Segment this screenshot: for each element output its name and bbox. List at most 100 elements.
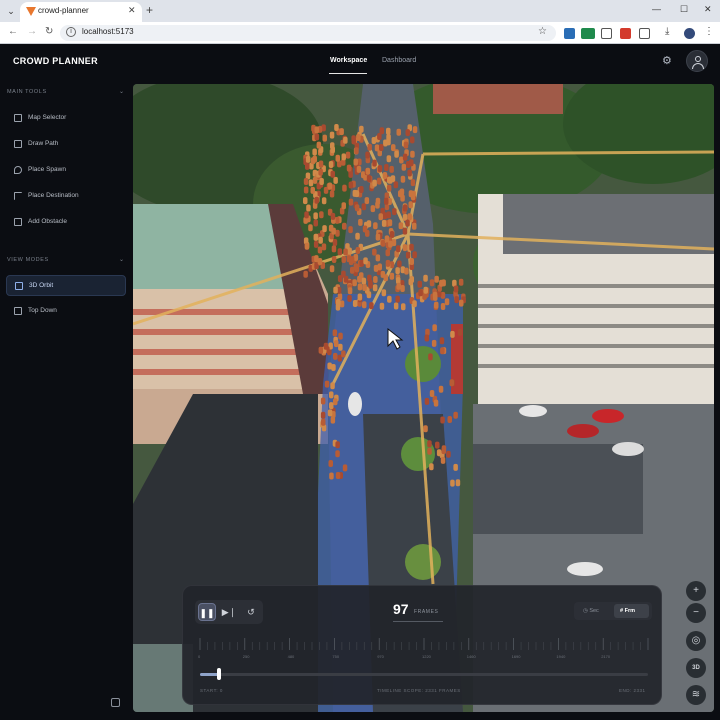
browser-toolbar: ← → ↻ i localhost:5173 ☆ ⤓ ⋮ bbox=[0, 22, 720, 44]
sidebar-item-add-obstacle[interactable]: Add Obstacle bbox=[6, 212, 126, 233]
download-icon[interactable]: ⤓ bbox=[665, 26, 676, 37]
extension-icon[interactable] bbox=[564, 28, 575, 39]
crowd-agent bbox=[439, 337, 445, 345]
crowd-agent bbox=[429, 279, 435, 287]
tab-workspace[interactable]: Workspace bbox=[330, 57, 367, 64]
crowd-agent bbox=[453, 463, 458, 471]
close-window-icon[interactable]: ✕ bbox=[704, 4, 712, 15]
zoom-out-button[interactable]: − bbox=[686, 603, 706, 623]
crowd-agent bbox=[347, 294, 352, 302]
crowd-agent bbox=[396, 128, 401, 136]
crowd-agent bbox=[342, 464, 348, 472]
collapse-sidebar-icon[interactable] bbox=[111, 698, 120, 707]
profile-icon[interactable] bbox=[684, 28, 695, 39]
crowd-agent bbox=[412, 222, 417, 230]
site-info-icon[interactable]: i bbox=[66, 27, 76, 37]
new-tab-icon[interactable]: + bbox=[146, 3, 153, 17]
back-icon[interactable]: ← bbox=[8, 26, 18, 37]
browser-menu-icon[interactable]: ⋮ bbox=[704, 26, 715, 37]
crowd-agent bbox=[341, 256, 346, 263]
crowd-agent bbox=[339, 128, 344, 136]
crowd-agent bbox=[395, 295, 400, 303]
sidebar-item-place-spawn[interactable]: Place Spawn bbox=[6, 160, 126, 181]
recenter-icon[interactable]: ◎ bbox=[686, 631, 706, 651]
crowd-agent bbox=[329, 131, 335, 139]
crowd-agent bbox=[409, 258, 414, 265]
crowd-agent bbox=[379, 127, 385, 135]
crowd-agent bbox=[396, 245, 401, 253]
timeline-scrubber[interactable] bbox=[216, 668, 221, 680]
crowd-agent bbox=[323, 342, 329, 350]
chevron-down-icon[interactable]: ⌄ bbox=[119, 256, 124, 263]
bookmark-star-icon[interactable]: ☆ bbox=[538, 26, 547, 37]
timeline-scope-label: TIMELINE SCOPE: 2331 FRAMES bbox=[377, 688, 461, 693]
crowd-agent bbox=[361, 203, 367, 211]
crowd-agent bbox=[328, 460, 333, 467]
crowd-agent bbox=[327, 409, 333, 417]
extension-timer-icon[interactable] bbox=[581, 28, 595, 39]
crowd-agent bbox=[355, 247, 361, 254]
crowd-agent bbox=[338, 343, 343, 351]
user-avatar[interactable] bbox=[686, 50, 708, 72]
browser-tab[interactable]: crowd-planner ✕ bbox=[20, 2, 142, 22]
crowd-agent bbox=[389, 272, 395, 280]
path-icon bbox=[14, 140, 22, 148]
layers-icon[interactable]: ≋ bbox=[686, 685, 706, 705]
timeline-track[interactable] bbox=[200, 673, 648, 676]
gear-icon[interactable]: ⚙ bbox=[662, 54, 672, 67]
crowd-agent bbox=[402, 227, 408, 235]
crowd-agent bbox=[327, 182, 333, 190]
crowd-agent bbox=[402, 153, 408, 161]
crowd-agent bbox=[377, 165, 383, 172]
sidebar-item-draw-path[interactable]: Draw Path bbox=[6, 134, 126, 155]
crowd-agent bbox=[367, 143, 372, 151]
extension-badge-icon[interactable] bbox=[620, 28, 631, 39]
crowd-agent bbox=[304, 211, 309, 219]
screenshot-extension-icon[interactable] bbox=[601, 28, 612, 39]
url-text: localhost:5173 bbox=[82, 27, 134, 36]
forward-icon[interactable]: → bbox=[27, 26, 37, 37]
crowd-agent bbox=[324, 380, 330, 388]
end-label: END: 2331 bbox=[619, 688, 646, 693]
crowd-agent bbox=[369, 302, 374, 310]
tab-dashboard[interactable]: Dashboard bbox=[382, 57, 416, 64]
crowd-agent bbox=[418, 289, 423, 297]
sidebar-item-place-destination[interactable]: Place Destination bbox=[6, 186, 126, 207]
toggle-3d-button[interactable]: 3D bbox=[686, 658, 706, 678]
crowd-agent bbox=[434, 301, 439, 309]
crowd-agent bbox=[402, 244, 408, 252]
crowd-agent bbox=[417, 280, 422, 288]
crowd-agent bbox=[375, 254, 381, 262]
crowd-agent bbox=[352, 300, 358, 307]
timeline-tick-label: 480 bbox=[287, 654, 295, 659]
sidebar-item-3d-orbit[interactable]: 3D Orbit bbox=[6, 275, 126, 296]
user-icon bbox=[695, 56, 701, 62]
reload-icon[interactable]: ↻ bbox=[45, 26, 53, 37]
crowd-agent bbox=[453, 285, 459, 293]
crowd-agent bbox=[321, 243, 327, 251]
tab-search-icon[interactable]: ⌄ bbox=[4, 4, 18, 18]
tab-close-icon[interactable]: ✕ bbox=[128, 5, 136, 16]
crowd-agent bbox=[384, 164, 389, 171]
crowd-agent bbox=[400, 175, 406, 183]
zoom-in-button[interactable]: + bbox=[686, 581, 706, 601]
crowd-agent bbox=[450, 330, 455, 338]
crowd-agent bbox=[428, 353, 433, 361]
maximize-icon[interactable]: ☐ bbox=[680, 4, 688, 15]
crowd-agent bbox=[455, 479, 461, 487]
crowd-agent bbox=[333, 398, 338, 406]
crowd-agent bbox=[318, 236, 323, 244]
crowd-agent bbox=[398, 222, 404, 230]
crowd-agent bbox=[365, 151, 370, 159]
crowd-agent bbox=[378, 213, 383, 221]
puzzle-extensions-icon[interactable] bbox=[639, 28, 650, 39]
crowd-agent bbox=[335, 303, 341, 311]
crowd-agent bbox=[365, 167, 371, 175]
sidebar-item-top-down[interactable]: Top Down bbox=[6, 301, 126, 322]
crowd-agent bbox=[313, 219, 318, 227]
crowd-agent bbox=[358, 218, 363, 226]
minimize-icon[interactable]: — bbox=[652, 4, 661, 14]
address-bar[interactable]: i localhost:5173 ☆ bbox=[60, 25, 556, 41]
chevron-down-icon[interactable]: ⌄ bbox=[119, 88, 124, 95]
sidebar-item-map-selector[interactable]: Map Selector bbox=[6, 108, 126, 129]
